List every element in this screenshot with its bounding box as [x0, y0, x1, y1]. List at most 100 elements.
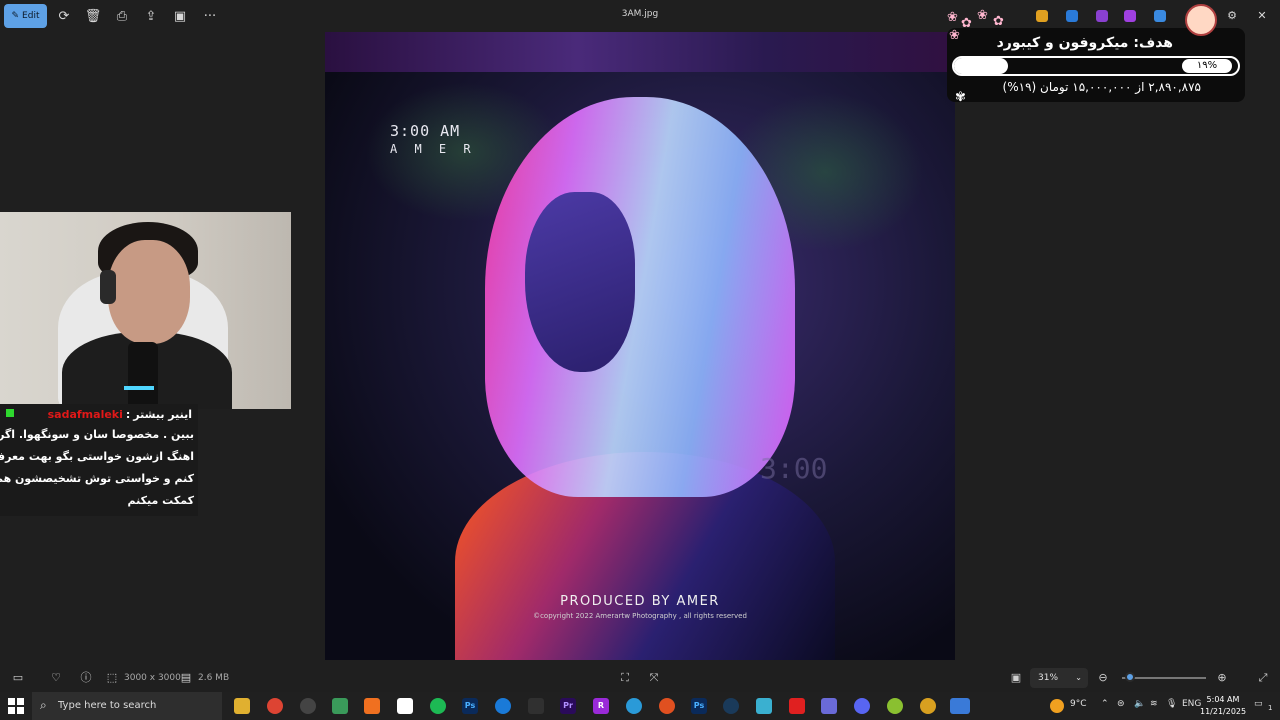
photo-copyright-text: ©copyright 2022 Amerartw Photography , a…	[533, 612, 747, 620]
app-icon[interactable]	[920, 698, 936, 714]
goal-amount-text: ۲,۸۹۰,۸۷۵ از ۱۵,۰۰۰,۰۰۰ تومان (۱۹%)	[1002, 80, 1201, 94]
notification-icon[interactable]: ▭	[1254, 699, 1263, 709]
figure-face	[525, 192, 635, 372]
app-icon[interactable]	[1066, 10, 1078, 22]
app-icon[interactable]	[821, 698, 837, 714]
photo-produced-text: PRODUCED BY AMER	[560, 594, 720, 609]
zoom-in-icon[interactable]: ⊕	[1214, 670, 1230, 686]
file-title: 3AM.jpg	[621, 9, 659, 19]
wifi-icon[interactable]: ≋	[1150, 699, 1158, 709]
fullscreen-icon[interactable]: ⤢	[1255, 670, 1271, 686]
blossom-icon: ✿	[961, 16, 972, 31]
chevron-up-icon[interactable]: ⌃	[1101, 699, 1109, 709]
file-explorer-icon[interactable]	[234, 698, 250, 714]
more-options-button[interactable]: ···	[198, 5, 222, 27]
app-icon[interactable]	[1154, 10, 1166, 22]
actual-size-icon[interactable]: ⤧	[646, 670, 662, 686]
share-icon[interactable]: ⇪	[139, 5, 163, 27]
neon-background	[325, 32, 955, 72]
photoshop-icon[interactable]: Ps	[691, 698, 707, 714]
network-icon[interactable]: ⊜	[1117, 699, 1125, 709]
taskbar-search[interactable]: ⌕ Type here to search	[32, 692, 222, 720]
photos-app-icon[interactable]	[950, 698, 970, 714]
info-icon[interactable]: ⓘ	[78, 670, 94, 686]
app-icon[interactable]: R	[593, 698, 609, 714]
zoom-dropdown[interactable]: 31% ⌄	[1030, 668, 1088, 688]
app-icon[interactable]	[528, 698, 544, 714]
edit-button[interactable]: ✎ Edit	[4, 4, 47, 28]
webcam-mic-glow	[124, 386, 154, 390]
clock-time[interactable]: 5:04 AM	[1200, 695, 1246, 704]
image-dimensions: 3000 x 3000	[124, 673, 181, 683]
dimensions-icon: ⬚	[106, 671, 118, 684]
spotify-icon[interactable]	[430, 698, 446, 714]
volume-icon[interactable]: 🔈	[1134, 699, 1145, 709]
clock-date[interactable]: 11/21/2025	[1200, 707, 1246, 716]
language-indicator[interactable]: ENG	[1182, 699, 1201, 709]
blossom-icon: ❀	[947, 10, 958, 25]
app-icon[interactable]	[300, 698, 316, 714]
microphone-icon[interactable]: 🎙	[1166, 699, 1177, 709]
filmstrip-icon[interactable]: ▭	[10, 670, 26, 686]
file-size-icon: ▤	[180, 671, 192, 684]
app-icon[interactable]	[659, 698, 675, 714]
chevron-down-icon: ⌄	[1075, 673, 1082, 682]
chat-message-line: کنم و خواستی توش تشخیصشون هم	[0, 472, 194, 485]
favorite-icon[interactable]: ♡	[48, 670, 64, 686]
notepad-icon[interactable]	[397, 698, 413, 714]
telegram-icon[interactable]	[626, 698, 642, 714]
zoom-value: 31%	[1038, 673, 1059, 683]
app-icon[interactable]	[756, 698, 772, 714]
blossom-icon: ✾	[955, 90, 966, 105]
steam-icon[interactable]	[723, 698, 739, 714]
start-button[interactable]	[8, 698, 24, 714]
photo-time-text: 3:00 AM	[390, 122, 461, 140]
print-icon[interactable]: ⎙	[110, 5, 134, 27]
goal-title: هدف: میکروفون و کیبورد	[996, 35, 1173, 51]
chat-overlay: sadafmaleki : اینیر بیشتر ببین . مخصوصا …	[0, 404, 198, 516]
chat-message-header: sadafmaleki : اینیر بیشتر	[48, 406, 192, 422]
blossom-icon: ✿	[993, 14, 1004, 29]
weather-icon	[1050, 699, 1064, 713]
app-icon[interactable]	[1096, 10, 1108, 22]
fit-screen-icon[interactable]: ▣	[1008, 670, 1024, 686]
app-icon[interactable]	[1036, 10, 1048, 22]
close-icon[interactable]: ✕	[1254, 8, 1270, 24]
app-icon[interactable]	[332, 698, 348, 714]
webcam-overlay	[0, 212, 291, 409]
windows-taskbar: ⌕ Type here to search Ps Pr R Ps 9°C ⌃ ⊜…	[0, 692, 1280, 720]
app-icon[interactable]	[887, 698, 903, 714]
slideshow-icon[interactable]: ▣	[168, 5, 192, 27]
image-canvas: 3:00 AM A M E R 3:00 PRODUCED BY AMER ©c…	[325, 32, 955, 660]
edit-icon: ✎	[11, 11, 20, 21]
chat-message-line: اهنگ ازشون خواستی بگو بهت معرفی	[0, 450, 194, 463]
mascot-icon	[1185, 4, 1217, 36]
photo-artist-text: A M E R	[390, 142, 476, 156]
goal-percent-label: ۱۹%	[1182, 59, 1232, 73]
delete-icon[interactable]: 🗑	[81, 5, 105, 27]
settings-icon[interactable]: ⚙	[1224, 8, 1240, 24]
weather-temperature[interactable]: 9°C	[1070, 699, 1087, 709]
app-icon[interactable]	[1124, 10, 1136, 22]
edit-button-label: Edit	[22, 11, 40, 21]
search-placeholder: Type here to search	[58, 700, 157, 711]
premiere-icon[interactable]: Pr	[560, 698, 576, 714]
rotate-icon[interactable]: ⟳	[52, 5, 76, 27]
chat-username: sadafmaleki	[47, 407, 123, 421]
chat-badge-icon	[6, 409, 14, 417]
photoshop-icon[interactable]: Ps	[462, 698, 478, 714]
youtube-icon[interactable]	[789, 698, 805, 714]
notification-count: 1	[1268, 704, 1273, 712]
donation-goal-widget: ❀ ✿ ❀ ✿ ❀ ✾ هدف: میکروفون و کیبورد ۱۹% ۲…	[947, 4, 1245, 105]
goal-progress-fill	[954, 58, 1008, 74]
chrome-icon[interactable]	[267, 698, 283, 714]
app-icon[interactable]	[364, 698, 380, 714]
chat-message-line: ببین . مخصوصا سان و سونگهوا. اگر	[0, 428, 194, 441]
chat-message-start: اینیر بیشتر	[133, 407, 192, 421]
app-icon[interactable]	[495, 698, 511, 714]
blossom-icon: ❀	[949, 28, 960, 43]
discord-icon[interactable]	[854, 698, 870, 714]
webcam-headset	[100, 270, 116, 304]
fit-to-window-icon[interactable]: ⛶	[617, 670, 633, 686]
zoom-out-icon[interactable]: ⊖	[1095, 670, 1111, 686]
